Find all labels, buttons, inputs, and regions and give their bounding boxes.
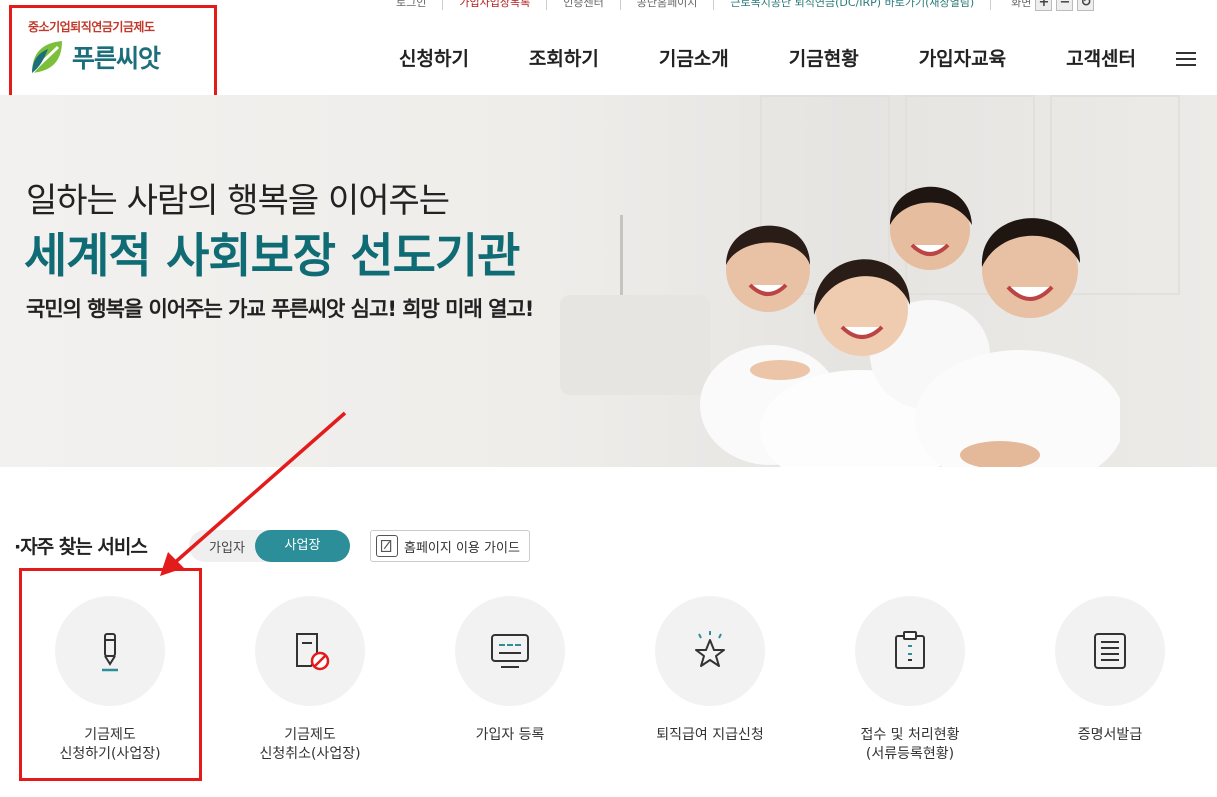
red-annotation-arrow — [160, 411, 347, 576]
